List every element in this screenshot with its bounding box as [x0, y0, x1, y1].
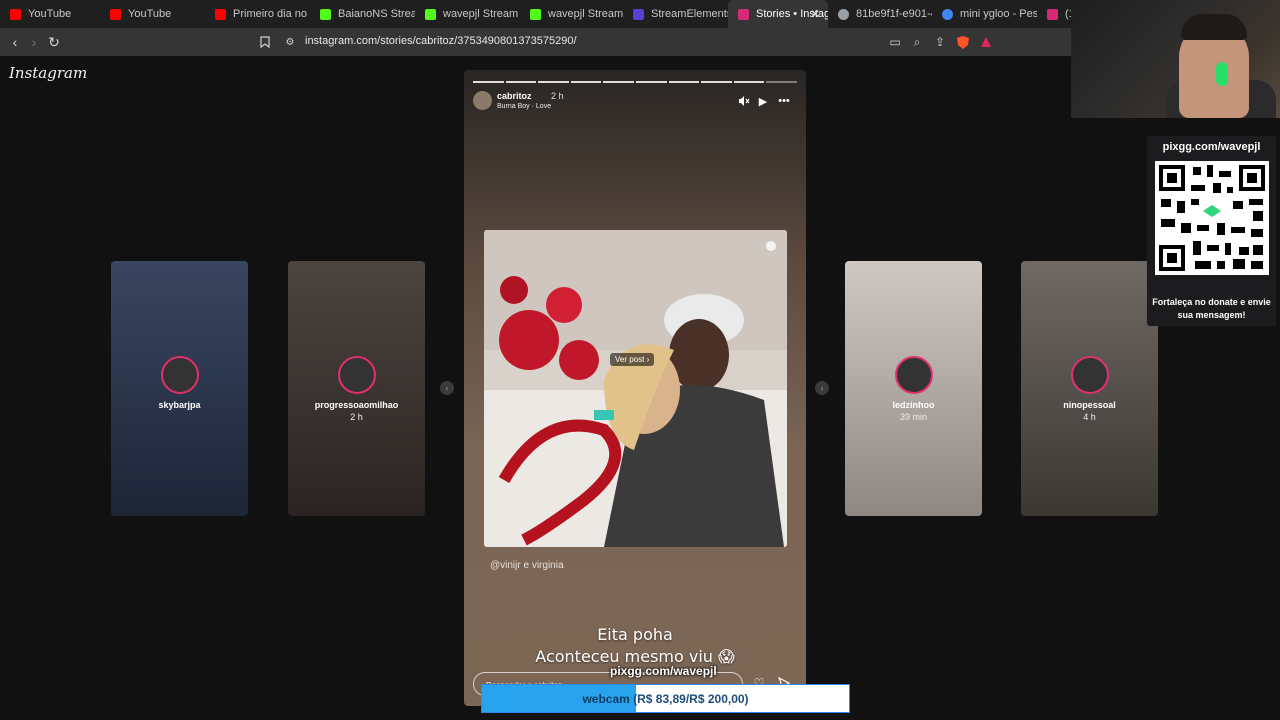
chevron-right-icon: › [646, 355, 650, 364]
zoom-icon[interactable]: ⌕ [909, 34, 925, 50]
tab-title: wavepjl Stream - W [443, 8, 520, 20]
youtube-favicon-icon [10, 8, 21, 20]
mute-icon[interactable] [737, 94, 751, 108]
progress-segment [635, 81, 667, 83]
browser-tab[interactable]: YouTube [0, 0, 100, 28]
story-header: cabritoz 2 h Burna Boy · Love ▶ ••• [473, 90, 797, 114]
story-username: ledzinhoo [892, 400, 935, 410]
qr-caption: Fortaleça no donate e envie sua mensagem… [1152, 297, 1271, 320]
kick-favicon-icon [320, 8, 331, 20]
forward-arrow-icon[interactable]: › [24, 32, 44, 52]
story-avatar [160, 356, 199, 394]
next-story-arrow-icon[interactable]: › [815, 381, 829, 395]
browser-tab[interactable]: mini ygloo - Pesqui [932, 0, 1037, 28]
instagram-logo[interactable]: Instagram [9, 64, 87, 82]
instagram-favicon-icon [738, 8, 749, 20]
view-post-button[interactable]: Ver post › [610, 353, 655, 366]
story-username: skybarjpa [158, 400, 201, 410]
share-icon[interactable]: ⇪ [932, 34, 948, 50]
progress-segment [538, 81, 569, 83]
donation-goal-bar: webcam (R$ 83,89/R$ 200,00) [481, 684, 850, 713]
tab-title: wavepjl Stream - W [548, 8, 623, 20]
address-bar-url[interactable]: instagram.com/stories/cabritoz/375349080… [305, 35, 577, 47]
browser-tab[interactable]: BaianoNS Stream - [310, 0, 415, 28]
goal-amount: (R$ 83,89/R$ 200,00) [633, 692, 749, 706]
side-story[interactable]: ninopessoal 4 h [1021, 261, 1158, 516]
view-post-label: Ver post [615, 355, 645, 364]
youtube-favicon-icon [215, 8, 226, 20]
progress-segment [733, 81, 765, 83]
story-time: 2 h [350, 412, 363, 422]
side-story[interactable]: skybarjpa [111, 261, 248, 516]
pix-url-overlay: pixgg.com/wavepjl [610, 664, 717, 678]
main-story-viewer[interactable]: cabritoz 2 h Burna Boy · Love ▶ ••• Ver … [464, 70, 806, 706]
browser-tab-active[interactable]: Stories • Instag ✕ [728, 0, 828, 28]
qr-code [1155, 161, 1269, 275]
globe-favicon-icon [838, 8, 849, 20]
caption-line-1: Eita poha [597, 625, 673, 644]
kick-favicon-icon [530, 8, 541, 20]
story-caption: Eita poha Aconteceu mesmo viu 😱 [464, 624, 806, 668]
progress-segment [505, 81, 537, 83]
tab-title: BaianoNS Stream - [338, 8, 415, 20]
browser-tab[interactable]: YouTube [100, 0, 205, 28]
kick-favicon-icon [425, 8, 436, 20]
browser-tab[interactable]: StreamElements - C [623, 0, 728, 28]
microphone-icon [1216, 62, 1228, 86]
reload-icon[interactable]: ↻ [44, 32, 64, 52]
progress-segment [473, 81, 504, 83]
browser-tab[interactable]: wavepjl Stream - W [520, 0, 623, 28]
close-tab-icon[interactable]: ✕ [810, 7, 820, 21]
tab-title: YouTube [128, 8, 172, 20]
tab-title: 81be9f1f-e901-40f [856, 8, 932, 20]
tab-title: Primeiro dia no pai [233, 8, 310, 20]
progress-segment [766, 81, 797, 83]
google-favicon-icon [942, 8, 953, 20]
story-author-username[interactable]: cabritoz [497, 91, 532, 101]
instagram-favicon-icon [1047, 8, 1058, 20]
tab-title: YouTube [28, 8, 72, 20]
previous-story-arrow-icon[interactable]: ‹ [440, 381, 454, 395]
story-mention[interactable]: @vinijr e virginia [490, 560, 564, 571]
more-options-icon[interactable]: ••• [777, 94, 791, 108]
progress-segment [603, 81, 634, 83]
qr-title: pixgg.com/wavepjl [1162, 141, 1261, 153]
brave-shield-icon[interactable] [955, 34, 971, 50]
play-icon[interactable]: ▶ [756, 94, 770, 108]
goal-text: webcam (R$ 83,89/R$ 200,00) [482, 692, 849, 706]
tab-title: mini ygloo - Pesqui [960, 8, 1037, 20]
goal-label: webcam [582, 692, 630, 706]
story-author-avatar[interactable] [473, 91, 492, 110]
story-music[interactable]: Burna Boy · Love [497, 103, 551, 110]
progress-segment [701, 81, 732, 83]
back-arrow-icon[interactable]: ‹ [5, 32, 25, 52]
streamelements-favicon-icon [633, 8, 644, 20]
story-username: ninopessoal [1063, 400, 1116, 410]
story-shared-photo[interactable] [484, 230, 787, 547]
side-story[interactable]: progressoaomilhao 2 h [288, 261, 425, 516]
browser-tab[interactable]: wavepjl Stream - W [415, 0, 520, 28]
bookmark-icon[interactable] [257, 34, 273, 50]
story-time: 2 h [551, 91, 564, 101]
streamer-hair [1181, 14, 1247, 40]
youtube-favicon-icon [110, 8, 121, 20]
story-avatar [337, 356, 376, 394]
webcam-overlay [1071, 0, 1280, 118]
story-progress-bar [473, 81, 797, 83]
site-info-icon[interactable]: ⚙ [282, 34, 298, 50]
progress-segment [570, 81, 602, 83]
browser-tab[interactable]: Primeiro dia no pai [205, 0, 310, 28]
story-time: 39 min [899, 412, 927, 422]
story-avatar [894, 356, 933, 394]
progress-segment [668, 81, 700, 83]
browser-tab[interactable]: 81be9f1f-e901-40f [828, 0, 932, 28]
cast-icon[interactable]: ▭ [887, 34, 903, 50]
tab-title: StreamElements - C [651, 8, 728, 20]
story-username: progressoaomilhao [314, 400, 399, 410]
brave-rewards-icon[interactable] [978, 34, 994, 50]
side-story[interactable]: ledzinhoo 39 min [845, 261, 982, 516]
story-time: 4 h [1083, 412, 1096, 422]
story-avatar [1070, 356, 1109, 394]
pix-qr-panel: pixgg.com/wavepjl Fortaleça no donate e … [1147, 136, 1276, 326]
